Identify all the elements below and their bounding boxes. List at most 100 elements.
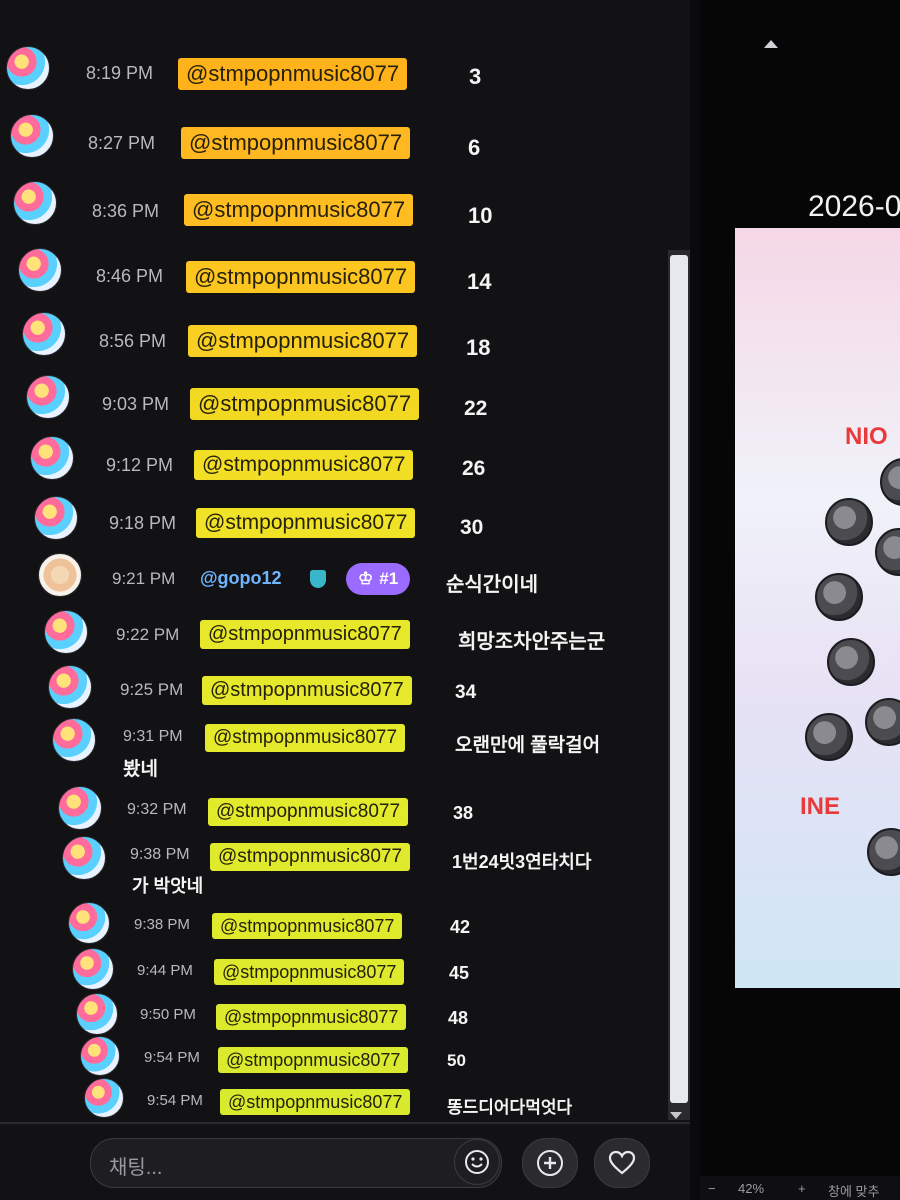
divider bbox=[0, 1122, 690, 1124]
crown-icon: ♔ bbox=[358, 569, 374, 588]
game-note bbox=[815, 573, 863, 621]
avatar[interactable] bbox=[58, 786, 102, 830]
message-time: 9:38 PM bbox=[134, 916, 190, 933]
chat-input-bar: 채팅... bbox=[90, 1138, 650, 1188]
message-time: 9:50 PM bbox=[140, 1006, 196, 1023]
username[interactable]: @gopo12 bbox=[200, 568, 282, 589]
mention-tag[interactable]: @stmpopnmusic8077 bbox=[188, 325, 418, 357]
rank-badge-label: #1 bbox=[379, 569, 399, 588]
message-time: 8:46 PM bbox=[96, 266, 164, 286]
avatar[interactable] bbox=[10, 114, 54, 158]
mention-tag[interactable]: @stmpopnmusic8077 bbox=[202, 676, 412, 705]
mention-tag[interactable]: @stmpopnmusic8077 bbox=[212, 913, 403, 940]
avatar[interactable] bbox=[80, 1036, 120, 1076]
message-text-continued: 봤네 bbox=[123, 759, 158, 780]
message-time: 9:54 PM bbox=[144, 1049, 200, 1066]
scroll-down-arrow-icon[interactable] bbox=[670, 1112, 682, 1119]
game-note bbox=[865, 698, 900, 746]
mention-tag[interactable]: @stmpopnmusic8077 bbox=[216, 1004, 407, 1031]
mention-tag[interactable]: @stmpopnmusic8077 bbox=[196, 508, 416, 539]
avatar[interactable] bbox=[84, 1078, 124, 1118]
message-text: 14 bbox=[467, 269, 492, 294]
zoom-out-button[interactable]: − bbox=[708, 1181, 716, 1196]
avatar[interactable] bbox=[13, 181, 57, 225]
stream-date-label: 2026-0 bbox=[808, 190, 900, 223]
avatar[interactable] bbox=[48, 665, 92, 709]
mention-tag[interactable]: @stmpopnmusic8077 bbox=[194, 450, 414, 481]
mention-tag[interactable]: @stmpopnmusic8077 bbox=[178, 58, 408, 90]
collapse-arrow-icon[interactable] bbox=[764, 40, 778, 48]
avatar[interactable] bbox=[18, 248, 62, 292]
message-time: 9:38 PM bbox=[130, 846, 190, 863]
chat-panel: 8:19 PM @stmpopnmusic8077 3 8:27 PM @stm… bbox=[0, 0, 690, 1200]
message-time: 9:54 PM bbox=[147, 1092, 203, 1109]
chat-input-placeholder: 채팅... bbox=[109, 1157, 163, 1179]
status-bar: − 42% + 창에 맞추 bbox=[700, 1176, 900, 1200]
message-time: 9:03 PM bbox=[102, 394, 170, 414]
heart-icon bbox=[608, 1150, 636, 1175]
avatar[interactable] bbox=[52, 718, 96, 762]
mention-tag[interactable]: @stmpopnmusic8077 bbox=[190, 388, 420, 420]
avatar[interactable] bbox=[38, 553, 82, 597]
plus-icon bbox=[537, 1150, 563, 1176]
scrollbar-thumb[interactable] bbox=[670, 255, 688, 1103]
message-text: 38 bbox=[453, 803, 474, 823]
mention-tag[interactable]: @stmpopnmusic8077 bbox=[210, 843, 411, 871]
zoom-in-button[interactable]: + bbox=[798, 1181, 806, 1196]
message-time: 9:18 PM bbox=[109, 513, 177, 533]
mention-tag[interactable]: @stmpopnmusic8077 bbox=[181, 127, 411, 159]
like-button[interactable] bbox=[594, 1138, 650, 1188]
game-note bbox=[825, 498, 873, 546]
avatar[interactable] bbox=[26, 375, 70, 419]
game-note bbox=[805, 713, 853, 761]
chat-message-list[interactable]: 8:19 PM @stmpopnmusic8077 3 8:27 PM @stm… bbox=[0, 0, 690, 1120]
chat-input[interactable]: 채팅... bbox=[90, 1138, 502, 1188]
avatar[interactable] bbox=[68, 902, 110, 944]
mention-tag[interactable]: @stmpopnmusic8077 bbox=[205, 724, 406, 752]
emoji-button[interactable] bbox=[454, 1139, 500, 1185]
avatar[interactable] bbox=[44, 610, 88, 654]
shield-icon bbox=[310, 570, 326, 588]
video-preview[interactable]: NIO INE bbox=[735, 228, 900, 988]
message-time: 8:19 PM bbox=[86, 63, 154, 83]
mention-tag[interactable]: @stmpopnmusic8077 bbox=[218, 1047, 409, 1074]
avatar[interactable] bbox=[76, 993, 118, 1035]
zoom-level: 42% bbox=[738, 1181, 765, 1196]
video-overlay-text: INE bbox=[800, 793, 841, 820]
message-text-continued: 가 박앗네 bbox=[132, 876, 204, 896]
message-text: 3 bbox=[469, 64, 482, 89]
message-text: 50 bbox=[447, 1051, 466, 1070]
game-note bbox=[867, 828, 900, 876]
avatar[interactable] bbox=[6, 46, 50, 90]
mention-tag[interactable]: @stmpopnmusic8077 bbox=[200, 620, 410, 649]
avatar[interactable] bbox=[30, 436, 74, 480]
avatar[interactable] bbox=[62, 836, 106, 880]
message-time: 9:31 PM bbox=[123, 728, 183, 745]
message-text: 26 bbox=[462, 457, 486, 480]
game-note bbox=[880, 458, 900, 506]
emoji-icon bbox=[465, 1150, 489, 1174]
avatar[interactable] bbox=[72, 948, 114, 990]
mention-tag[interactable]: @stmpopnmusic8077 bbox=[220, 1089, 411, 1116]
avatar[interactable] bbox=[34, 496, 78, 540]
mention-tag[interactable]: @stmpopnmusic8077 bbox=[214, 959, 405, 986]
message-text: 6 bbox=[468, 135, 481, 160]
mention-tag[interactable]: @stmpopnmusic8077 bbox=[186, 261, 416, 293]
message-time: 9:12 PM bbox=[106, 455, 174, 475]
message-time: 9:32 PM bbox=[127, 801, 187, 818]
message-text: 오랜만에 풀락걸어 bbox=[455, 735, 601, 756]
avatar[interactable] bbox=[22, 312, 66, 356]
message-time: 9:25 PM bbox=[120, 680, 184, 699]
message-time: 9:44 PM bbox=[137, 962, 193, 979]
mention-tag[interactable]: @stmpopnmusic8077 bbox=[184, 194, 414, 226]
fit-window-button[interactable]: 창에 맞추 bbox=[828, 1181, 879, 1200]
message-time: 8:56 PM bbox=[99, 331, 167, 351]
message-text: 희망조차안주는군 bbox=[458, 631, 606, 653]
message-text: 42 bbox=[450, 917, 471, 937]
message-time: 8:27 PM bbox=[88, 133, 156, 153]
mention-tag[interactable]: @stmpopnmusic8077 bbox=[208, 798, 409, 826]
message-text: 22 bbox=[464, 397, 488, 420]
add-button[interactable] bbox=[522, 1138, 578, 1188]
message-text: 48 bbox=[448, 1008, 469, 1028]
game-note bbox=[827, 638, 875, 686]
